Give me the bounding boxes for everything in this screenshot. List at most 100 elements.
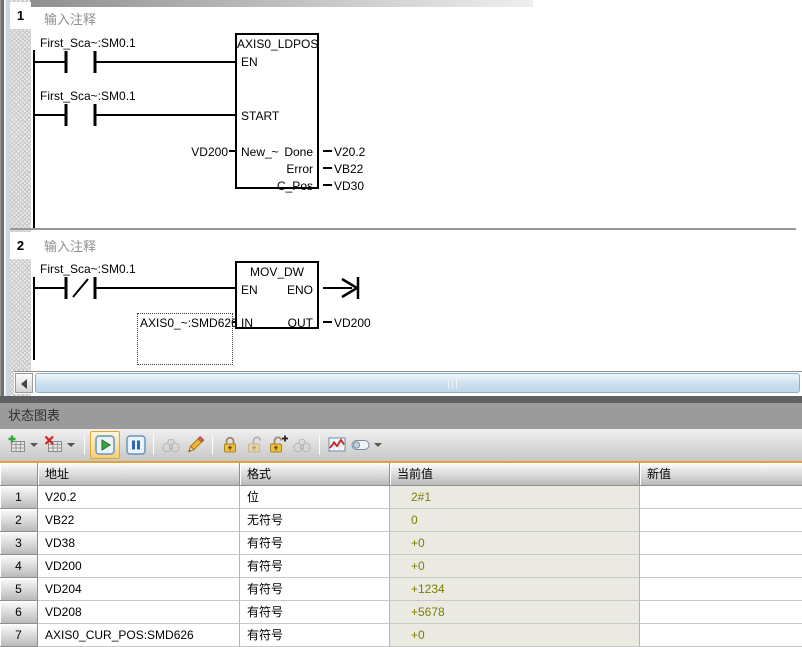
address-cell[interactable]: VD38: [38, 532, 240, 555]
delete-chart-button[interactable]: [42, 433, 66, 457]
delete-chart-dropdown-icon[interactable]: [67, 443, 75, 447]
new-value-cell[interactable]: [640, 601, 802, 624]
format-cell[interactable]: 有符号: [240, 624, 390, 647]
new-value-cell[interactable]: [640, 486, 802, 509]
format-cell[interactable]: 位: [240, 486, 390, 509]
operand-done[interactable]: V20.2: [334, 145, 365, 159]
operand-error[interactable]: VB22: [334, 162, 363, 176]
format-cell[interactable]: 无符号: [240, 509, 390, 532]
insert-chart-icon: [7, 435, 27, 455]
pause-chart-button[interactable]: [124, 433, 148, 457]
row-header[interactable]: 4: [0, 555, 38, 578]
force-all-button[interactable]: [266, 433, 290, 457]
write-all-button[interactable]: [183, 433, 207, 457]
column-header-format[interactable]: 格式: [240, 463, 390, 486]
pin-error: Error: [286, 162, 313, 176]
current-value-cell[interactable]: +0: [390, 555, 640, 578]
format-cell[interactable]: 有符号: [240, 555, 390, 578]
execute-status-button[interactable]: [349, 433, 373, 457]
contact-first-scan-en[interactable]: [60, 48, 102, 76]
operand-cpos[interactable]: VD30: [334, 179, 364, 193]
column-header-current[interactable]: 当前值: [390, 463, 640, 486]
corner-cell[interactable]: [0, 463, 38, 486]
insert-chart-button[interactable]: [5, 433, 29, 457]
binoculars-icon: [161, 435, 181, 455]
format-cell[interactable]: 有符号: [240, 532, 390, 555]
chart-status-on-button[interactable]: [90, 431, 120, 459]
execute-status-dropdown-icon[interactable]: [374, 443, 382, 447]
row-header[interactable]: 5: [0, 578, 38, 601]
row-header[interactable]: 2: [0, 509, 38, 532]
scroll-left-button[interactable]: [15, 373, 33, 393]
new-value-cell[interactable]: [640, 509, 802, 532]
format-cell[interactable]: 有符号: [240, 578, 390, 601]
binoculars-icon: [292, 435, 312, 455]
toolbar-separator: [212, 435, 213, 455]
force-button[interactable]: [218, 433, 242, 457]
delete-chart-icon: [44, 435, 64, 455]
insert-chart-dropdown-icon[interactable]: [30, 443, 38, 447]
current-value-cell[interactable]: +0: [390, 624, 640, 647]
format-cell[interactable]: 有符号: [240, 601, 390, 624]
new-value-cell[interactable]: [640, 578, 802, 601]
row-header[interactable]: 7: [0, 624, 38, 647]
address-cell[interactable]: VB22: [38, 509, 240, 532]
pin-eno: ENO: [287, 283, 313, 297]
network-1-number[interactable]: 1: [10, 2, 31, 29]
thumb-grip-icon: [448, 378, 462, 389]
status-chart-table: 地址 格式 当前值 新值 1 V20.2 位 2#1 2 VB22 无符号 0 …: [0, 463, 802, 647]
pencil-icon: [185, 435, 205, 455]
operand-new-pos[interactable]: VD200: [186, 145, 228, 159]
contact-first-scan-nc[interactable]: [60, 274, 102, 302]
table-row: 6 VD208 有符号 +5678: [0, 601, 802, 624]
operand-selection-box[interactable]: AXIS0_~:SMD626: [137, 313, 233, 365]
pin-cpos: C_Pos: [277, 179, 313, 193]
row-header[interactable]: 6: [0, 601, 38, 624]
current-value-cell[interactable]: 2#1: [390, 486, 640, 509]
lock-icon: [220, 435, 240, 455]
new-value-cell[interactable]: [640, 624, 802, 647]
current-value-cell[interactable]: +1234: [390, 578, 640, 601]
read-all-button[interactable]: [159, 433, 183, 457]
current-value-cell[interactable]: +0: [390, 532, 640, 555]
table-row: 2 VB22 无符号 0: [0, 509, 802, 532]
operand-in[interactable]: AXIS0_~:SMD626: [140, 316, 238, 330]
address-cell[interactable]: VD200: [38, 555, 240, 578]
block-title: AXIS0_LDPOS: [237, 37, 317, 51]
new-value-cell[interactable]: [640, 555, 802, 578]
current-value-cell[interactable]: +5678: [390, 601, 640, 624]
address-cell[interactable]: VD204: [38, 578, 240, 601]
function-block-mov-dw[interactable]: MOV_DW EN ENO IN OUT: [235, 261, 319, 329]
current-value-cell[interactable]: 0: [390, 509, 640, 532]
operand-out[interactable]: VD200: [334, 316, 371, 330]
toolbar-separator: [319, 435, 320, 455]
column-header-address[interactable]: 地址: [38, 463, 240, 486]
table-header-row: 地址 格式 当前值 新值: [0, 463, 802, 486]
address-cell[interactable]: V20.2: [38, 486, 240, 509]
pane-splitter[interactable]: [0, 396, 802, 403]
horizontal-scrollbar-thumb[interactable]: [35, 373, 800, 393]
unforce-button[interactable]: [242, 433, 266, 457]
address-cell[interactable]: VD208: [38, 601, 240, 624]
row-header[interactable]: 3: [0, 532, 38, 555]
column-header-new[interactable]: 新值: [640, 463, 802, 486]
function-block-axis0-ldpos[interactable]: AXIS0_LDPOS EN START New_~ Done Error C_…: [235, 33, 319, 189]
pin-out: OUT: [288, 316, 313, 330]
table-row: 5 VD204 有符号 +1234: [0, 578, 802, 601]
left-arrow-icon: [21, 379, 27, 389]
micro-win-workspace: 1 输入注释 First_Sca~:SM0.1 First_Sca~:SM0.1…: [0, 0, 802, 647]
table-row: 1 V20.2 位 2#1: [0, 486, 802, 509]
pin-start: START: [241, 109, 279, 123]
network-1-comment[interactable]: 输入注释: [44, 9, 96, 28]
read-forced-button[interactable]: [290, 433, 314, 457]
row-header[interactable]: 1: [0, 486, 38, 509]
network-2-number[interactable]: 2: [10, 232, 31, 259]
network-2-comment[interactable]: 输入注释: [44, 236, 96, 255]
pin-en: EN: [241, 283, 258, 297]
pause-icon: [126, 435, 146, 455]
new-value-cell[interactable]: [640, 532, 802, 555]
address-cell[interactable]: AXIS0_CUR_POS:SMD626: [38, 624, 240, 647]
contact-first-scan-start[interactable]: [60, 101, 102, 129]
trend-view-button[interactable]: [325, 433, 349, 457]
status-chart-title: 状态图表: [0, 403, 802, 429]
